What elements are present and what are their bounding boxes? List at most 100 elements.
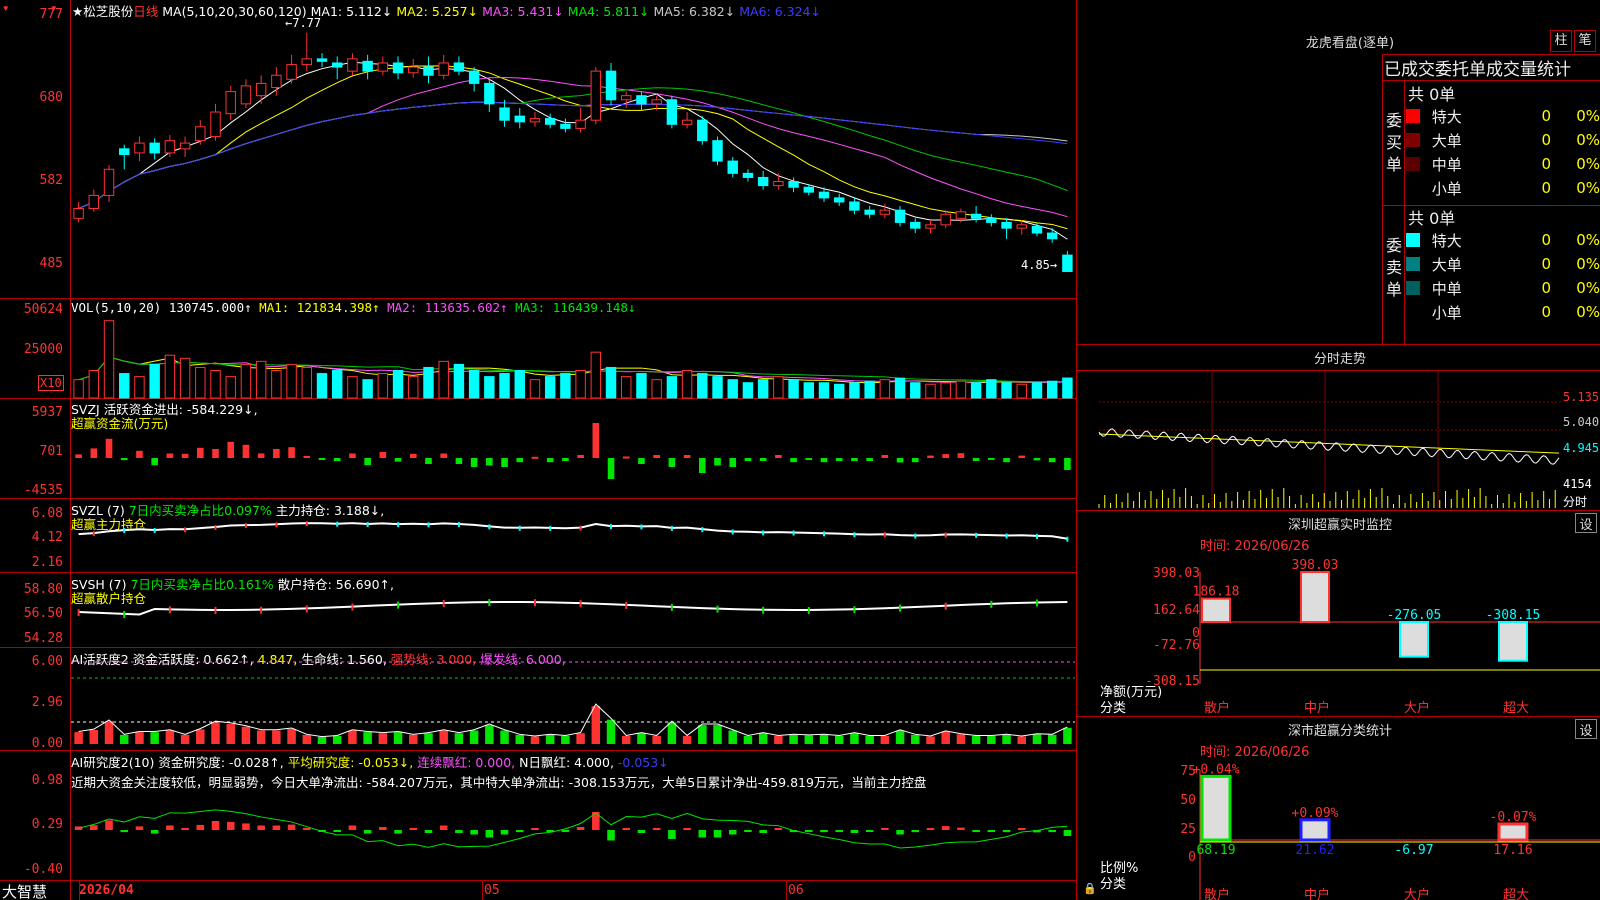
candle-body xyxy=(590,70,602,121)
vol-bar xyxy=(605,366,617,399)
intraday-title: 分时走势 xyxy=(1313,352,1366,367)
ai1-bar xyxy=(865,735,874,744)
vol-bar xyxy=(225,376,236,399)
candle-body xyxy=(408,66,419,74)
ai2-bar xyxy=(242,823,250,830)
indicator-bar xyxy=(790,458,797,463)
cls-bar-chart: +0.04% 68.19 +0.09% 21.62 -6.97 -0.07% 17.16 xyxy=(1193,762,1600,900)
ai2-bar xyxy=(424,830,433,833)
sz-bar xyxy=(1498,621,1528,662)
indicator-bar xyxy=(683,455,691,458)
vol-bar xyxy=(134,376,145,399)
ai1-bar xyxy=(439,730,448,744)
ai1-chart xyxy=(71,661,1075,744)
period-label[interactable]: 日线 xyxy=(133,4,158,19)
ai1-bar xyxy=(789,734,798,744)
stock-name[interactable]: 松芝股份 xyxy=(83,4,133,19)
vol-bar xyxy=(986,379,997,399)
cls-settings-button[interactable]: 设 xyxy=(1575,719,1597,739)
buy-row-xl[interactable]: 特大 0 0% xyxy=(1406,104,1600,128)
svzj-y-tick: 5937 xyxy=(31,405,63,420)
sz-time: 时间: 2026/06/26 xyxy=(1200,539,1310,554)
vol-bar xyxy=(560,373,571,399)
indicator-bar xyxy=(349,453,356,458)
candle-body xyxy=(970,213,982,219)
sz-xunit: 分类 xyxy=(1100,701,1127,716)
ai2-bar xyxy=(166,825,174,830)
ai1-bar xyxy=(256,730,266,744)
row-pct: 0% xyxy=(1576,107,1600,125)
indicator-bar xyxy=(562,458,569,461)
candlestick-chart[interactable] xyxy=(71,18,1075,296)
vol-bar xyxy=(149,363,160,399)
buy-row-l[interactable]: 大单 0 0% xyxy=(1406,128,1600,152)
indicator-bar xyxy=(379,452,387,458)
indicator-bar xyxy=(425,458,432,464)
candle-body xyxy=(331,62,343,68)
indicator-bar xyxy=(364,458,371,466)
vol-bar xyxy=(438,360,449,399)
sell-row-l[interactable]: 大单 0 0% xyxy=(1406,252,1600,276)
vol-bar xyxy=(362,379,373,399)
ai2-bar xyxy=(713,830,722,838)
ai2-bar xyxy=(637,830,646,833)
ai1-bar xyxy=(485,725,494,744)
indicator-bar xyxy=(151,458,158,466)
indicator-bar xyxy=(820,458,828,463)
ai2-bar xyxy=(850,830,859,833)
main-y-tick: 485 xyxy=(39,256,63,271)
indicator-bar xyxy=(531,456,539,459)
candle-body xyxy=(225,91,236,115)
intraday-chart[interactable] xyxy=(1098,372,1561,508)
candle-body xyxy=(271,74,282,88)
tab-tick[interactable]: 笔 xyxy=(1574,30,1596,52)
vol-bar xyxy=(88,370,100,399)
tab-bar-chart[interactable]: 柱 xyxy=(1550,30,1572,52)
indicator-bar xyxy=(516,458,524,463)
ai1-bar xyxy=(1017,736,1027,744)
swatch xyxy=(1406,281,1420,295)
indicator-bar xyxy=(1048,458,1056,463)
buy-row-m[interactable]: 中单 0 0% xyxy=(1406,152,1600,176)
row-pct: 0% xyxy=(1576,179,1600,197)
row-pct: 0% xyxy=(1576,131,1600,149)
candle-body xyxy=(347,58,358,72)
ai1-bar xyxy=(196,729,205,744)
candle-body xyxy=(910,221,921,229)
sell-row-xl[interactable]: 特大 0 0% xyxy=(1406,228,1600,252)
ai2-bar xyxy=(957,827,965,830)
ai2-bar xyxy=(120,830,129,833)
sz-cat: 散户 xyxy=(1203,701,1230,716)
main-y-tick: 777 xyxy=(39,7,63,22)
vol-bar xyxy=(240,363,252,399)
candle-body xyxy=(1001,221,1012,229)
main-y-tick: 680 xyxy=(39,90,63,105)
x-date-label: 05 xyxy=(484,883,500,898)
candle-body xyxy=(179,142,191,150)
ai1-bar xyxy=(89,729,99,744)
row-pct: 0% xyxy=(1576,279,1600,297)
vol-bar xyxy=(271,370,282,399)
ai2-bar xyxy=(90,825,98,830)
indicator-bar xyxy=(409,453,417,458)
ai1-bar xyxy=(317,736,327,744)
lock-icon[interactable]: 🔒 xyxy=(1083,882,1097,895)
ai2-bar xyxy=(105,820,113,830)
sell-row-m[interactable]: 中单 0 0% xyxy=(1406,276,1600,300)
indicator-bar xyxy=(881,455,889,458)
candle-body xyxy=(803,186,815,193)
sell-row-s[interactable]: 小单 0 0% xyxy=(1406,300,1600,324)
svsh-y-tick: 56.50 xyxy=(23,606,63,621)
indicator-bar xyxy=(592,423,600,458)
row-pct: 0% xyxy=(1576,303,1600,321)
sz-cat: 大户 xyxy=(1403,701,1430,716)
ai1-bar xyxy=(378,733,388,744)
sz-settings-button[interactable]: 设 xyxy=(1575,513,1597,533)
cls-top-label: -0.07% xyxy=(1490,810,1537,825)
ai2-bar xyxy=(439,825,448,830)
buy-row-s[interactable]: 小单 0 0% xyxy=(1406,176,1600,200)
cls-cat: 大户 xyxy=(1403,888,1430,900)
ai1-bar xyxy=(758,733,768,744)
vol-bar xyxy=(408,376,419,399)
svzj-y-tick: 701 xyxy=(39,444,63,459)
